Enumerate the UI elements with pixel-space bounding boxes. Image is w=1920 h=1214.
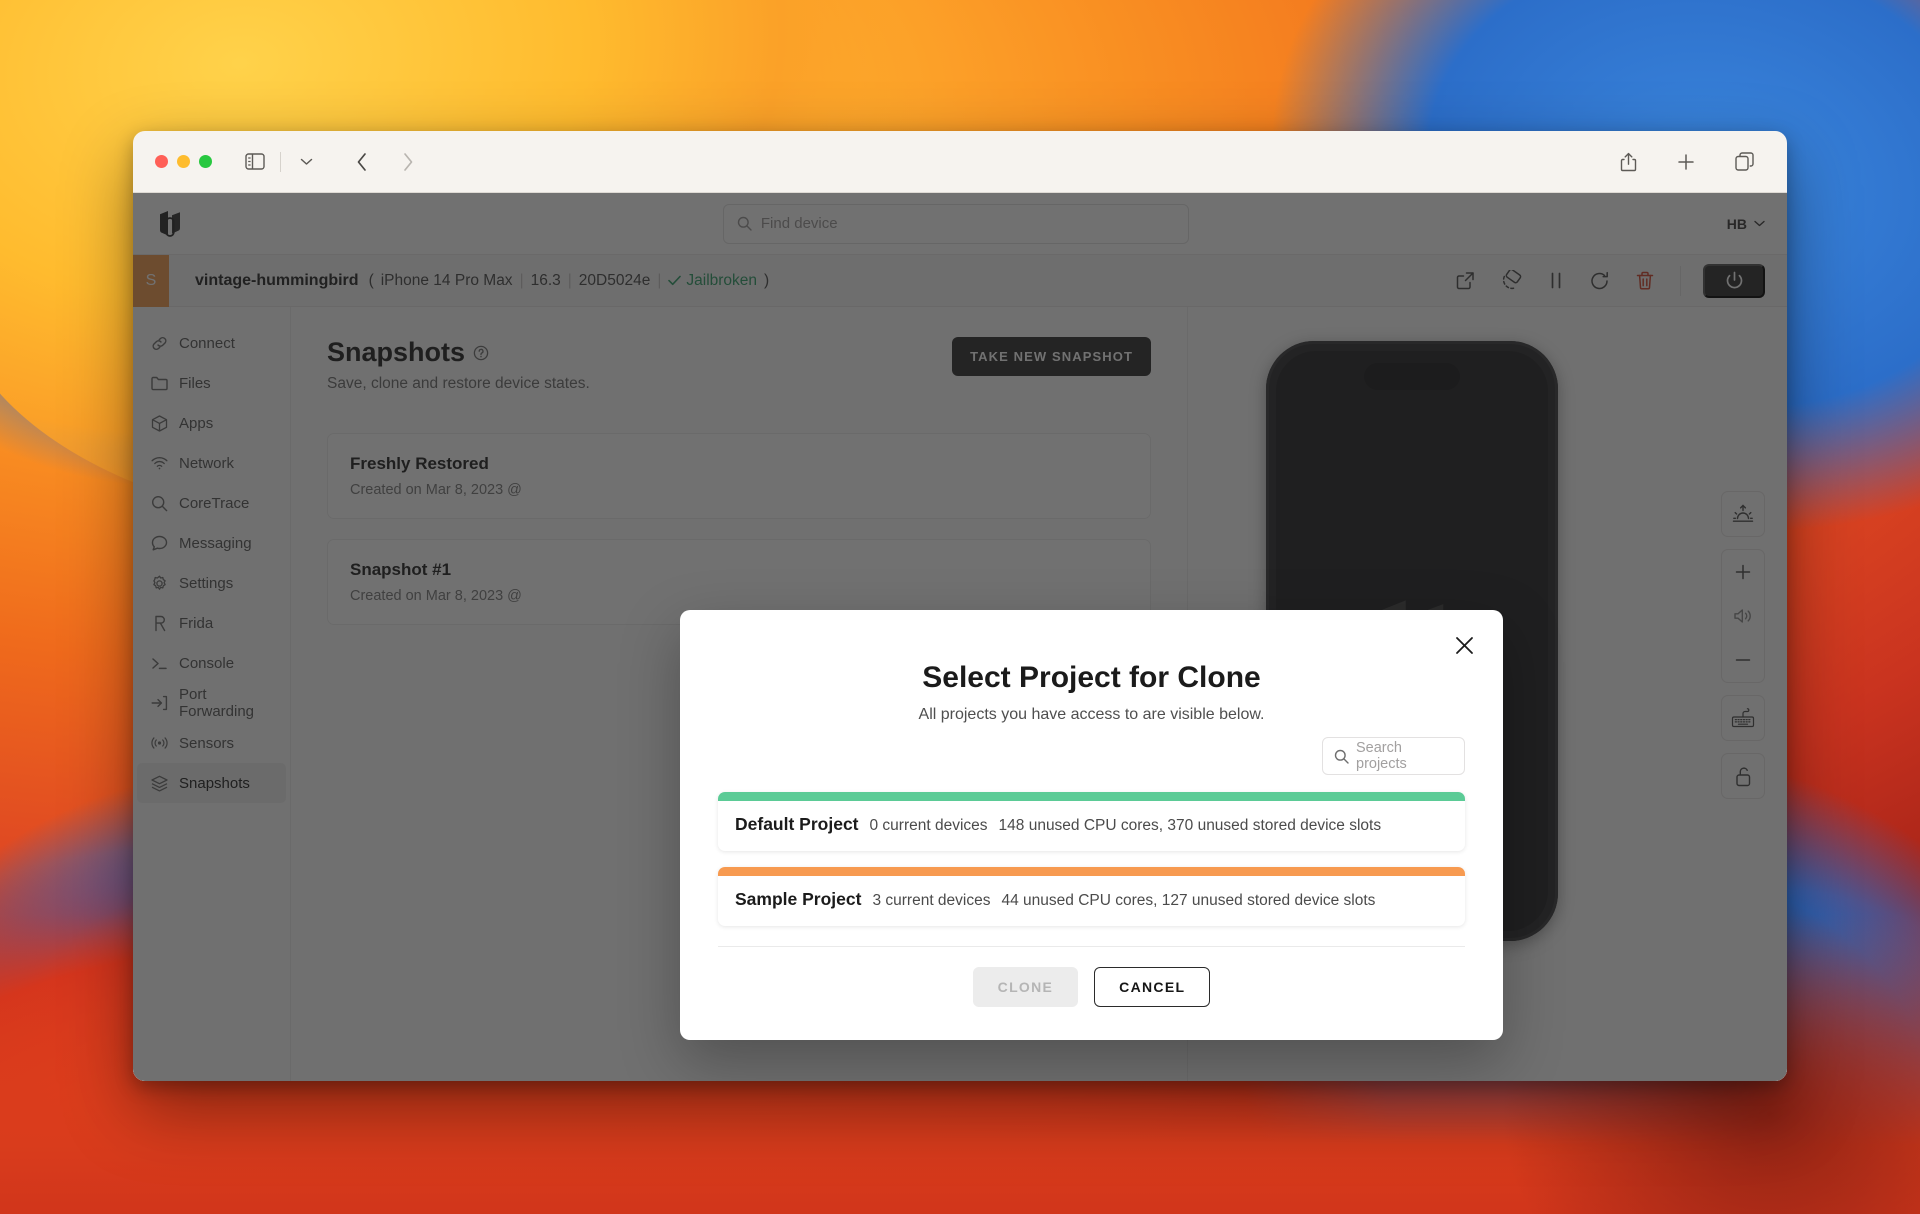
search-icon: [1334, 749, 1349, 764]
project-resources: 44 unused CPU cores, 127 unused stored d…: [1001, 892, 1376, 909]
plus-icon[interactable]: [1669, 147, 1703, 177]
select-project-dialog: Select Project for Clone All projects yo…: [680, 610, 1503, 1040]
tab-overview-icon[interactable]: [1727, 147, 1761, 177]
dialog-subtitle: All projects you have access to are visi…: [918, 706, 1265, 723]
dialog-title: Select Project for Clone: [922, 661, 1261, 694]
share-icon[interactable]: [1611, 147, 1645, 177]
project-name: Sample Project: [735, 889, 862, 909]
project-device-count: 0 current devices: [869, 817, 988, 834]
project-accent-bar: [718, 792, 1465, 801]
minimize-window-button[interactable]: [177, 155, 190, 168]
project-name: Default Project: [735, 814, 859, 834]
project-option-default[interactable]: Default Project 0 current devices 148 un…: [718, 792, 1465, 851]
browser-toolbar: [133, 131, 1787, 193]
window-traffic-lights: [155, 155, 212, 168]
search-projects-placeholder: Search projects: [1356, 740, 1407, 772]
sidebar-icon[interactable]: [238, 147, 272, 177]
chevron-right-icon[interactable]: [391, 147, 425, 177]
project-resources: 148 unused CPU cores, 370 unused stored …: [998, 817, 1382, 834]
project-option-sample[interactable]: Sample Project 3 current devices 44 unus…: [718, 867, 1465, 926]
clone-button[interactable]: CLONE: [972, 967, 1079, 1007]
close-icon[interactable]: [1447, 628, 1481, 662]
web-page-content: Find device HB S vintage-hummingbird: [133, 193, 1787, 1081]
cancel-button[interactable]: CANCEL: [1094, 967, 1211, 1007]
chevron-left-icon[interactable]: [345, 147, 379, 177]
project-accent-bar: [718, 867, 1465, 876]
toolbar-divider: [280, 151, 281, 172]
zoom-window-button[interactable]: [199, 155, 212, 168]
project-list: Default Project 0 current devices 148 un…: [718, 792, 1465, 942]
close-window-button[interactable]: [155, 155, 168, 168]
safari-window: Find device HB S vintage-hummingbird: [133, 131, 1787, 1081]
project-device-count: 3 current devices: [872, 892, 991, 909]
search-projects-input[interactable]: Search projects: [1322, 737, 1465, 775]
chevron-down-icon[interactable]: [289, 147, 323, 177]
